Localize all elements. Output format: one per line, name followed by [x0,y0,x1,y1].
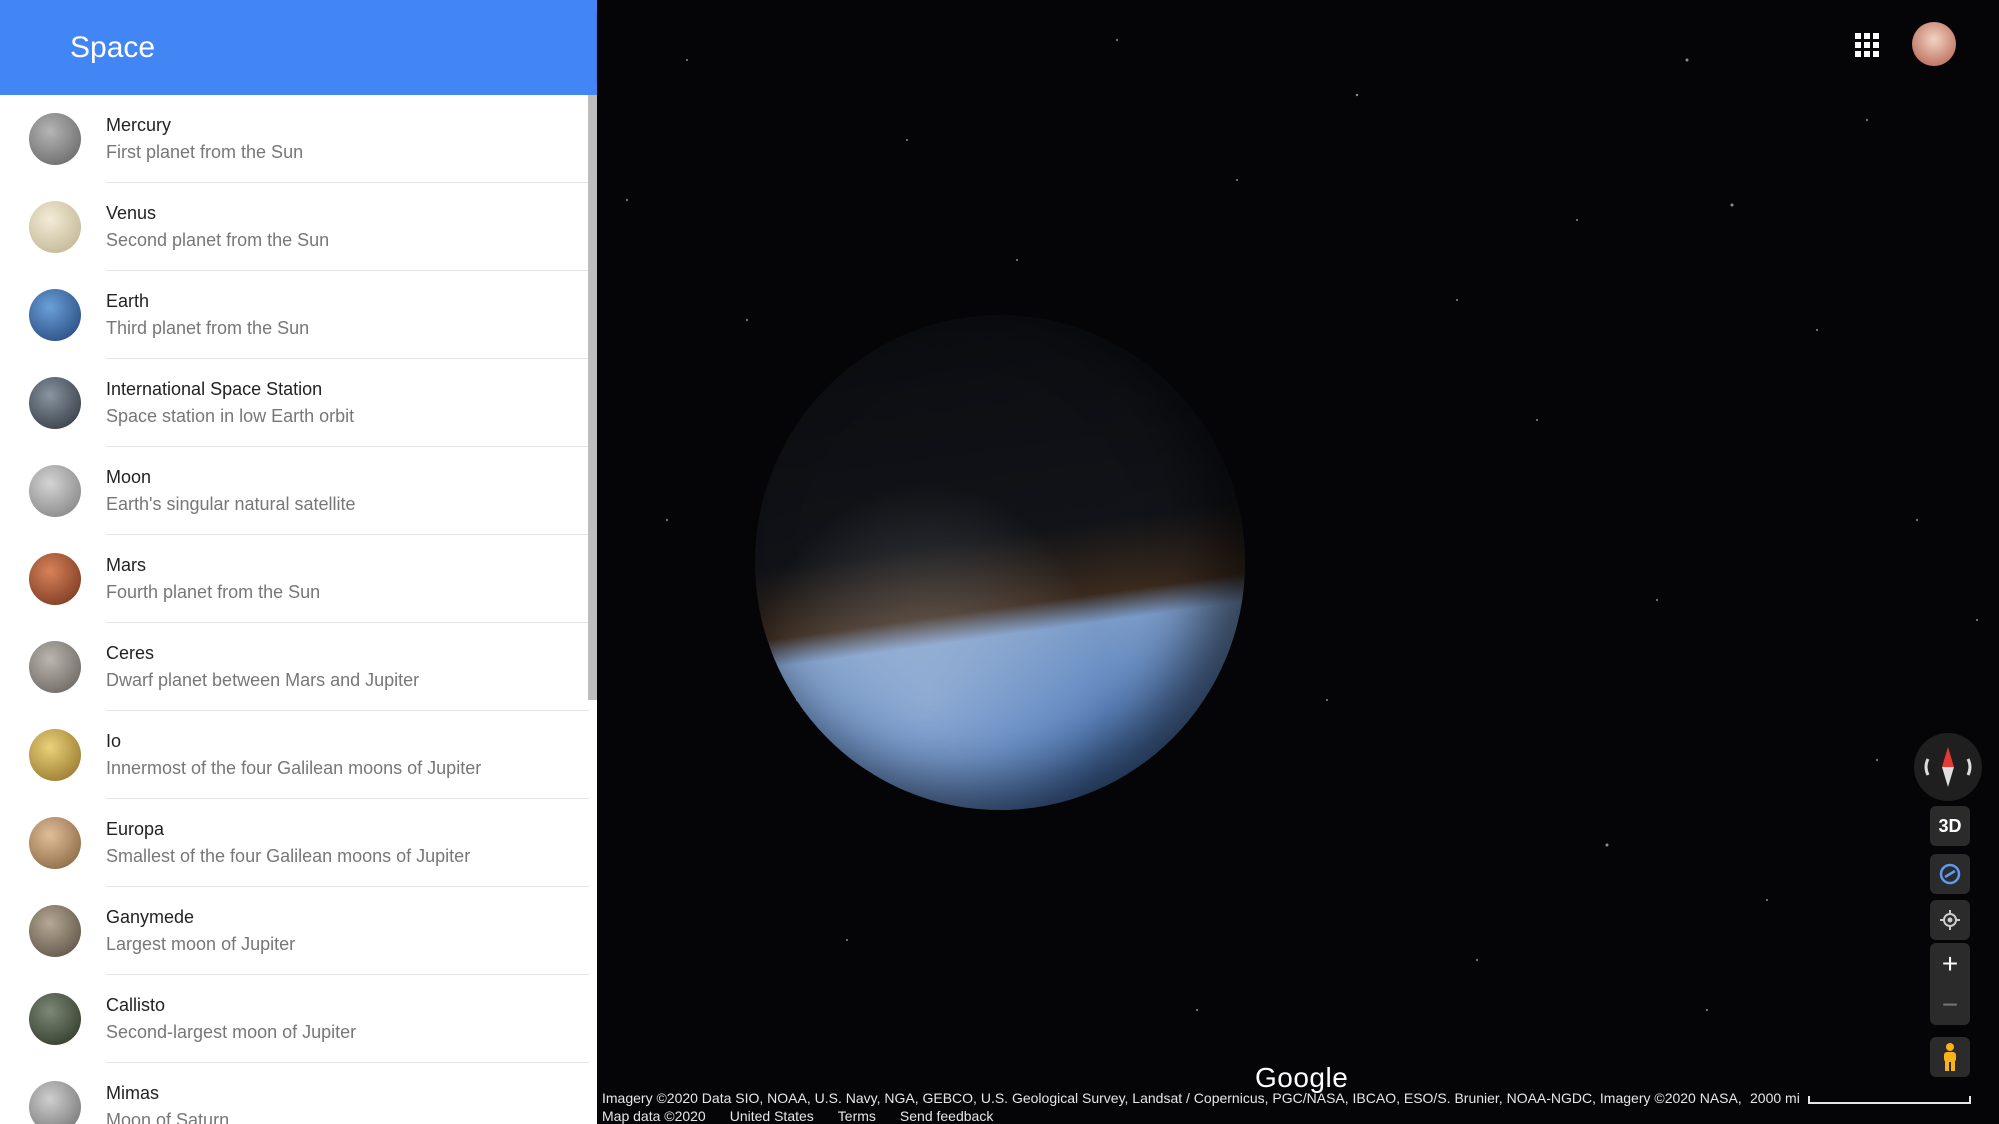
europa-thumbnail [29,817,81,869]
callisto-thumbnail [29,993,81,1045]
map-data-text: Map data ©2020 [602,1108,706,1124]
earth-globe[interactable] [755,315,1245,810]
imagery-attribution: Imagery ©2020 Data SIO, NOAA, U.S. Navy,… [602,1090,1742,1106]
3d-toggle-button[interactable]: 3D [1930,806,1970,846]
item-desc: Second planet from the Sun [106,229,330,250]
item-desc: Space station in low Earth orbit [106,405,355,426]
item-desc: Innermost of the four Galilean moons of … [106,757,482,778]
list-item-io[interactable]: Io Innermost of the four Galilean moons … [0,711,597,799]
list-item-earth[interactable]: Earth Third planet from the Sun [0,271,597,359]
send-feedback-link[interactable]: Send feedback [900,1108,993,1124]
list-item-callisto[interactable]: Callisto Second-largest moon of Jupiter [0,975,597,1063]
list-item-mercury[interactable]: Mercury First planet from the Sun [0,95,597,183]
venus-thumbnail [29,201,81,253]
terms-link[interactable]: Terms [838,1108,876,1124]
mars-thumbnail [29,553,81,605]
list-item-ganymede[interactable]: Ganymede Largest moon of Jupiter [0,887,597,975]
compass-control[interactable] [1914,733,1982,801]
footer-links: Map data ©2020 United States Terms Send … [602,1108,993,1124]
item-desc: Dwarf planet between Mars and Jupiter [106,669,420,690]
item-name: Europa [106,818,165,839]
apps-grid-icon[interactable] [1855,33,1879,57]
sidebar-header: Space [0,0,597,95]
iss-thumbnail [29,377,81,429]
item-name: Io [106,730,122,751]
item-desc: Fourth planet from the Sun [106,581,321,602]
region-link[interactable]: United States [730,1108,814,1124]
scale-label[interactable]: 2000 mi [1750,1090,1800,1106]
item-desc: Earth's singular natural satellite [106,493,356,514]
item-name: Mars [106,554,146,575]
earth-thumbnail [29,289,81,341]
item-desc: First planet from the Sun [106,141,304,162]
crosshair-icon [1940,910,1960,930]
list-item-europa[interactable]: Europa Smallest of the four Galilean moo… [0,799,597,887]
pegman-icon [1944,1043,1956,1071]
mimas-thumbnail [29,1081,81,1124]
zoom-control: + − [1930,943,1970,1025]
item-name: Callisto [106,994,166,1015]
compass-icon [1924,747,1972,787]
3d-label: 3D [1938,815,1962,836]
item-name: International Space Station [106,378,323,399]
item-desc: Smallest of the four Galilean moons of J… [106,845,471,866]
rotate-button[interactable] [1930,854,1970,894]
my-location-button[interactable] [1930,900,1970,940]
ganymede-thumbnail [29,905,81,957]
sidebar: Space Mercury First planet from the Sun … [0,0,597,1124]
zoom-in-button[interactable]: + [1930,943,1970,984]
item-desc: Moon of Saturn [106,1109,230,1124]
item-name: Mimas [106,1082,159,1103]
sidebar-scrollbar[interactable] [588,95,597,700]
moon-thumbnail [29,465,81,517]
list-item-mimas[interactable]: Mimas Moon of Saturn [0,1063,597,1124]
list-item-ceres[interactable]: Ceres Dwarf planet between Mars and Jupi… [0,623,597,711]
item-name: Ceres [106,642,155,663]
item-desc: Largest moon of Jupiter [106,933,296,954]
zoom-out-button[interactable]: − [1930,984,1970,1025]
sidebar-title: Space [70,30,156,64]
list-item-venus[interactable]: Venus Second planet from the Sun [0,183,597,271]
pegman-button[interactable] [1930,1037,1970,1077]
item-name: Venus [106,202,157,223]
mercury-thumbnail [29,113,81,165]
account-avatar[interactable] [1912,22,1956,66]
planet-list: Mercury First planet from the Sun Venus … [0,95,597,1124]
item-desc: Second-largest moon of Jupiter [106,1021,357,1042]
scale-bar[interactable] [1808,1096,1971,1104]
item-name: Earth [106,290,150,311]
list-item-mars[interactable]: Mars Fourth planet from the Sun [0,535,597,623]
io-thumbnail [29,729,81,781]
list-item-moon[interactable]: Moon Earth's singular natural satellite [0,447,597,535]
item-name: Mercury [106,114,172,135]
rotate-icon [1939,863,1961,885]
ceres-thumbnail [29,641,81,693]
list-item-iss[interactable]: International Space Station Space statio… [0,359,597,447]
item-name: Ganymede [106,906,195,927]
item-desc: Third planet from the Sun [106,317,310,338]
item-name: Moon [106,466,152,487]
